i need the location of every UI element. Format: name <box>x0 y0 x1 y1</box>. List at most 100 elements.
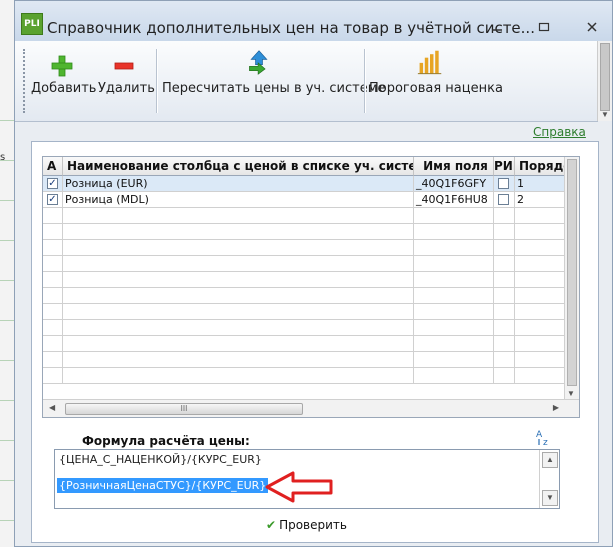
title-bar[interactable]: PLI Справочник дополнительных цен на тов… <box>15 1 612 41</box>
formula-line-1[interactable]: {ЦЕНА_С_НАЦЕНКОЙ}/{КУРС_EUR} <box>59 453 262 466</box>
empty-grid-cell[interactable] <box>414 272 494 288</box>
empty-grid-cell[interactable] <box>43 352 63 368</box>
empty-grid-cell[interactable] <box>494 208 515 224</box>
table-row[interactable]: ✓ <box>43 192 63 208</box>
empty-grid-cell[interactable] <box>494 240 515 256</box>
empty-grid-cell[interactable] <box>414 288 494 304</box>
add-button[interactable]: Добавить <box>31 41 96 121</box>
empty-grid-cell[interactable] <box>63 256 414 272</box>
minimize-icon[interactable] <box>485 21 509 37</box>
row-ric-cell[interactable] <box>494 192 515 208</box>
scrollbar-thumb[interactable]: III <box>65 403 303 415</box>
scroll-right-arrow-icon[interactable]: ▶ <box>553 403 559 412</box>
empty-grid-cell[interactable] <box>494 368 515 384</box>
empty-grid-cell[interactable] <box>63 240 414 256</box>
empty-grid-cell[interactable] <box>494 336 515 352</box>
empty-grid-cell[interactable] <box>63 320 414 336</box>
empty-grid-cell[interactable] <box>414 208 494 224</box>
empty-grid-cell[interactable] <box>494 224 515 240</box>
empty-grid-cell[interactable] <box>43 208 63 224</box>
empty-grid-cell[interactable] <box>515 336 565 352</box>
empty-grid-cell[interactable] <box>43 272 63 288</box>
column-header-name[interactable]: Наименование столбца с ценой в списке уч… <box>63 157 414 176</box>
scrollbar-thumb[interactable] <box>567 159 577 386</box>
empty-grid-cell[interactable] <box>494 320 515 336</box>
empty-grid-cell[interactable] <box>515 240 565 256</box>
maximize-icon[interactable] <box>532 21 556 37</box>
threshold-markup-button[interactable]: Пороговая наценка <box>369 41 503 121</box>
empty-grid-cell[interactable] <box>414 224 494 240</box>
row-field-cell[interactable]: _40Q1F6HU8 <box>414 192 494 208</box>
empty-grid-cell[interactable] <box>515 320 565 336</box>
empty-grid-cell[interactable] <box>63 272 414 288</box>
formula-sort-icon[interactable]: A z <box>535 428 553 446</box>
empty-grid-cell[interactable] <box>515 224 565 240</box>
formula-line-2-selected[interactable]: {РозничнаяЦенаСТУС}/{КУРС_EUR} <box>57 478 269 493</box>
empty-grid-cell[interactable] <box>515 368 565 384</box>
row-name-cell[interactable]: Розница (EUR) <box>63 176 414 192</box>
recalc-prices-button[interactable]: Пересчитать цены в уч. системе <box>162 41 386 121</box>
ric-checkbox[interactable] <box>498 178 509 189</box>
empty-grid-cell[interactable] <box>494 256 515 272</box>
table-row[interactable]: ✓ <box>43 176 63 192</box>
delete-button[interactable]: Удалить <box>98 41 155 121</box>
empty-grid-cell[interactable] <box>63 224 414 240</box>
scroll-up-arrow-icon[interactable]: ▲ <box>542 452 558 468</box>
toolbar-grip[interactable] <box>23 49 28 113</box>
empty-grid-cell[interactable] <box>43 336 63 352</box>
column-header-active[interactable]: А <box>43 157 63 176</box>
empty-grid-cell[interactable] <box>414 320 494 336</box>
scroll-down-arrow-icon[interactable]: ▼ <box>601 110 609 119</box>
empty-grid-cell[interactable] <box>414 304 494 320</box>
empty-grid-cell[interactable] <box>43 256 63 272</box>
empty-grid-cell[interactable] <box>515 304 565 320</box>
empty-grid-cell[interactable] <box>494 272 515 288</box>
empty-grid-cell[interactable] <box>43 224 63 240</box>
empty-grid-cell[interactable] <box>63 208 414 224</box>
row-field-cell[interactable]: _40Q1F6GFY <box>414 176 494 192</box>
empty-grid-cell[interactable] <box>515 352 565 368</box>
empty-grid-cell[interactable] <box>43 304 63 320</box>
empty-grid-cell[interactable] <box>414 352 494 368</box>
empty-grid-cell[interactable] <box>515 208 565 224</box>
grid-horizontal-scrollbar[interactable]: ◀ III ▶ <box>43 399 579 417</box>
ric-checkbox[interactable] <box>498 194 509 205</box>
row-order-cell[interactable]: 2 <box>515 192 565 208</box>
empty-grid-cell[interactable] <box>63 288 414 304</box>
scrollbar-thumb[interactable] <box>600 43 610 111</box>
column-header-ric[interactable]: РИЦ <box>494 157 515 176</box>
scroll-down-arrow-icon[interactable]: ▼ <box>542 490 558 506</box>
empty-grid-cell[interactable] <box>43 368 63 384</box>
empty-grid-cell[interactable] <box>414 368 494 384</box>
column-header-order[interactable]: Порядо <box>515 157 565 176</box>
empty-grid-cell[interactable] <box>43 320 63 336</box>
column-header-field[interactable]: Имя поля <box>414 157 494 176</box>
empty-grid-cell[interactable] <box>515 272 565 288</box>
empty-grid-cell[interactable] <box>43 240 63 256</box>
empty-grid-cell[interactable] <box>494 352 515 368</box>
empty-grid-cell[interactable] <box>63 352 414 368</box>
scroll-left-arrow-icon[interactable]: ◀ <box>49 403 55 412</box>
verify-button[interactable]: ✔ Проверить <box>266 518 347 532</box>
active-checkbox[interactable]: ✓ <box>47 194 58 205</box>
window-scrollbar[interactable]: ▼ <box>597 41 612 121</box>
row-ric-cell[interactable] <box>494 176 515 192</box>
empty-grid-cell[interactable] <box>515 288 565 304</box>
empty-grid-cell[interactable] <box>494 288 515 304</box>
close-icon[interactable] <box>580 21 604 37</box>
empty-grid-cell[interactable] <box>494 304 515 320</box>
empty-grid-cell[interactable] <box>515 256 565 272</box>
help-link[interactable]: Справка <box>533 125 586 139</box>
active-checkbox[interactable]: ✓ <box>47 178 58 189</box>
row-name-cell[interactable]: Розница (MDL) <box>63 192 414 208</box>
grid-vertical-scrollbar[interactable]: ▼ <box>564 157 579 400</box>
row-order-cell[interactable]: 1 <box>515 176 565 192</box>
empty-grid-cell[interactable] <box>414 256 494 272</box>
empty-grid-cell[interactable] <box>63 304 414 320</box>
empty-grid-cell[interactable] <box>414 336 494 352</box>
empty-grid-cell[interactable] <box>43 288 63 304</box>
empty-grid-cell[interactable] <box>414 240 494 256</box>
scroll-down-arrow-icon[interactable]: ▼ <box>567 389 575 398</box>
formula-scrollbar[interactable]: ▲ ▼ <box>539 450 559 508</box>
empty-grid-cell[interactable] <box>63 336 414 352</box>
